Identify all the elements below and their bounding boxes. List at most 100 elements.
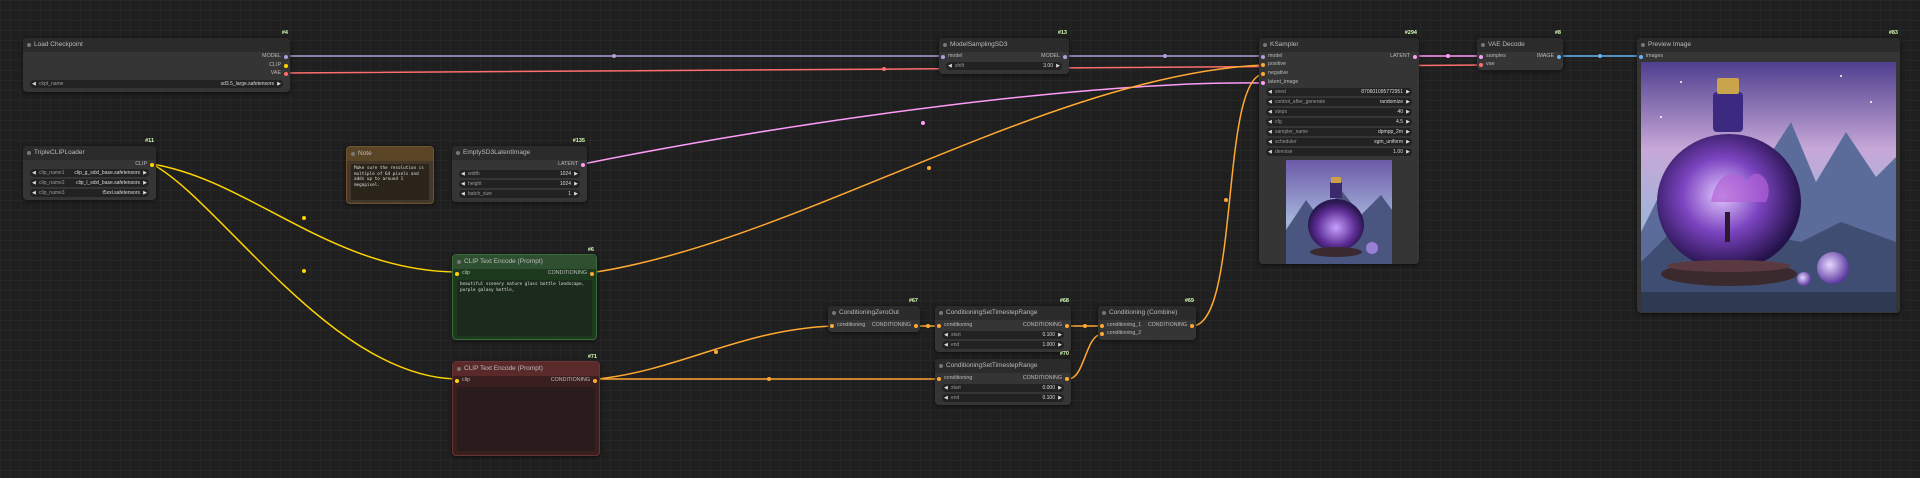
node-timestep-range-2[interactable]: #70 ConditioningSetTimestepRange conditi… <box>935 351 1071 405</box>
widget-height[interactable]: ◀ height 1024 ▶ <box>459 180 580 188</box>
arrow-left-icon[interactable]: ◀ <box>944 394 948 402</box>
node-title[interactable]: Conditioning (Combine) <box>1098 306 1196 320</box>
arrow-right-icon[interactable]: ▶ <box>143 179 147 187</box>
output-conditioning[interactable]: CONDITIONING <box>1023 374 1071 383</box>
node-title[interactable]: Preview Image <box>1637 38 1900 52</box>
slot-dot[interactable] <box>1261 71 1265 76</box>
arrow-left-icon[interactable]: ◀ <box>1268 88 1272 96</box>
slot-dot[interactable] <box>590 271 594 276</box>
slot-dot[interactable] <box>914 323 918 328</box>
prompt-textarea[interactable]: beautiful scenery nature glass bottle la… <box>457 280 592 336</box>
node-title[interactable]: VAE Decode <box>1477 38 1563 52</box>
input-negative[interactable]: negative <box>1259 69 1288 78</box>
widget-scheduler[interactable]: ◀ scheduler sgm_uniform ▶ <box>1266 138 1412 146</box>
arrow-left-icon[interactable]: ◀ <box>1268 128 1272 136</box>
widget-steps[interactable]: ◀ steps 40 ▶ <box>1266 108 1412 116</box>
node-title[interactable]: TripleCLIPLoader <box>23 146 156 160</box>
input-conditioning[interactable]: conditioning <box>935 321 972 330</box>
slot-dot[interactable] <box>1261 80 1265 85</box>
widget-end[interactable]: ◀ end 1.000 ▶ <box>942 341 1064 349</box>
node-note[interactable]: Note Make sure the resolution is multipl… <box>346 146 434 204</box>
arrow-right-icon[interactable]: ▶ <box>1406 118 1410 126</box>
arrow-right-icon[interactable]: ▶ <box>1058 341 1062 349</box>
slot-dot[interactable] <box>1479 62 1483 67</box>
widget-width[interactable]: ◀ width 1024 ▶ <box>459 170 580 178</box>
node-title[interactable]: Load Checkpoint <box>23 38 290 52</box>
arrow-right-icon[interactable]: ▶ <box>1406 98 1410 106</box>
arrow-left-icon[interactable]: ◀ <box>944 341 948 349</box>
node-load-checkpoint[interactable]: #4 Load Checkpoint MODEL CLIP VAE ◀ ckpt_… <box>23 30 290 92</box>
widget-seed[interactable]: ◀ seed 870601095772951 ▶ <box>1266 88 1412 96</box>
slot-dot[interactable] <box>937 323 941 328</box>
node-title[interactable]: ConditioningZeroOut <box>828 306 920 320</box>
node-triple-clip-loader[interactable]: #11 TripleCLIPLoader CLIP ◀ clip_name1 cli… <box>23 138 156 200</box>
output-model[interactable]: MODEL <box>262 52 290 61</box>
arrow-right-icon[interactable]: ▶ <box>574 190 578 198</box>
output-conditioning[interactable]: CONDITIONING <box>1148 321 1196 330</box>
slot-dot[interactable] <box>1413 54 1417 59</box>
arrow-left-icon[interactable]: ◀ <box>461 170 465 178</box>
widget-sampler-name[interactable]: ◀ sampler_name dpmpp_2m ▶ <box>1266 128 1412 136</box>
slot-dot[interactable] <box>581 162 585 167</box>
node-timestep-range-1[interactable]: #68 ConditioningSetTimestepRange conditi… <box>935 298 1071 352</box>
arrow-left-icon[interactable]: ◀ <box>1268 148 1272 156</box>
widget-clip-name1[interactable]: ◀ clip_name1 clip_g_sdxl_base.safetensors ▶ <box>30 169 149 177</box>
node-ksampler[interactable]: #294 KSampler model LATENT positive nega… <box>1259 30 1419 264</box>
arrow-right-icon[interactable]: ▶ <box>1406 138 1410 146</box>
slot-dot[interactable] <box>1261 62 1265 67</box>
output-clip[interactable]: CLIP <box>135 160 156 169</box>
note-text[interactable]: Make sure the resolution is multiple of … <box>351 164 429 200</box>
input-images[interactable]: images <box>1637 52 1663 61</box>
arrow-left-icon[interactable]: ◀ <box>461 180 465 188</box>
widget-batch-size[interactable]: ◀ batch_size 1 ▶ <box>459 190 580 198</box>
output-conditioning[interactable]: CONDITIONING <box>548 269 596 278</box>
node-preview-image[interactable]: #83 Preview Image images <box>1637 30 1900 313</box>
output-latent[interactable]: LATENT <box>1390 52 1419 61</box>
arrow-right-icon[interactable]: ▶ <box>1058 394 1062 402</box>
node-conditioning-zero-out[interactable]: #67 ConditioningZeroOut conditioning CON… <box>828 298 920 332</box>
node-empty-latent[interactable]: #135 EmptySD3LatentImage LATENT ◀ width 10… <box>452 138 587 202</box>
arrow-left-icon[interactable]: ◀ <box>1268 108 1272 116</box>
node-clip-text-positive[interactable]: #6 CLIP Text Encode (Prompt) clip CONDIT… <box>452 247 597 340</box>
widget-ckpt-name[interactable]: ◀ ckpt_name sd3.5_large.safetensors ▶ <box>30 80 283 88</box>
arrow-right-icon[interactable]: ▶ <box>1406 148 1410 156</box>
widget-denoise[interactable]: ◀ denoise 1.00 ▶ <box>1266 148 1412 156</box>
node-clip-text-negative[interactable]: #71 CLIP Text Encode (Prompt) clip CONDI… <box>452 354 600 456</box>
node-title[interactable]: ConditioningSetTimestepRange <box>935 306 1071 320</box>
node-model-sampling[interactable]: #13 ModelSamplingSD3 model MODEL ◀ shift 3… <box>939 30 1069 74</box>
arrow-right-icon[interactable]: ▶ <box>143 169 147 177</box>
slot-dot[interactable] <box>284 63 288 68</box>
arrow-left-icon[interactable]: ◀ <box>948 62 952 70</box>
node-title[interactable]: CLIP Text Encode (Prompt) <box>453 362 599 376</box>
slot-dot[interactable] <box>284 54 288 59</box>
input-conditioning-2[interactable]: conditioning_2 <box>1098 329 1141 338</box>
arrow-left-icon[interactable]: ◀ <box>1268 138 1272 146</box>
slot-dot[interactable] <box>1100 331 1104 336</box>
node-title[interactable]: ConditioningSetTimestepRange <box>935 359 1071 373</box>
node-title[interactable]: EmptySD3LatentImage <box>452 146 587 160</box>
prompt-textarea[interactable] <box>457 387 595 451</box>
slot-dot[interactable] <box>937 376 941 381</box>
arrow-left-icon[interactable]: ◀ <box>32 189 36 197</box>
arrow-right-icon[interactable]: ▶ <box>1058 331 1062 339</box>
arrow-right-icon[interactable]: ▶ <box>277 80 281 88</box>
slot-dot[interactable] <box>150 162 154 167</box>
slot-dot[interactable] <box>455 378 459 383</box>
node-title[interactable]: KSampler <box>1259 38 1419 52</box>
output-model[interactable]: MODEL <box>1041 52 1069 61</box>
slot-dot[interactable] <box>593 378 597 383</box>
arrow-left-icon[interactable]: ◀ <box>1268 118 1272 126</box>
node-conditioning-combine[interactable]: #69 Conditioning (Combine) conditioning_… <box>1098 298 1196 340</box>
widget-end[interactable]: ◀ end 0.100 ▶ <box>942 394 1064 402</box>
arrow-left-icon[interactable]: ◀ <box>32 80 36 88</box>
slot-dot[interactable] <box>1100 323 1104 328</box>
slot-dot[interactable] <box>1557 54 1561 59</box>
slot-dot[interactable] <box>1261 54 1265 59</box>
output-conditioning[interactable]: CONDITIONING <box>872 321 920 330</box>
widget-clip-name2[interactable]: ◀ clip_name2 clip_l_sdxl_base.safetensors ▶ <box>30 179 149 187</box>
arrow-right-icon[interactable]: ▶ <box>1058 384 1062 392</box>
input-vae[interactable]: vae <box>1477 60 1495 69</box>
arrow-right-icon[interactable]: ▶ <box>1406 128 1410 136</box>
output-vae[interactable]: VAE <box>271 69 290 78</box>
output-conditioning[interactable]: CONDITIONING <box>551 376 599 385</box>
